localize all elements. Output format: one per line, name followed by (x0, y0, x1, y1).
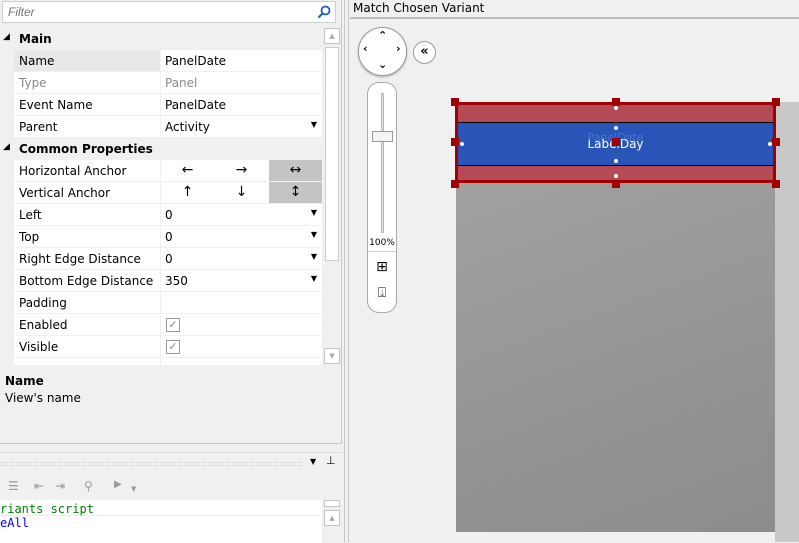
run-icon[interactable]: ▶ (114, 479, 122, 490)
resize-handle[interactable] (451, 180, 459, 188)
anchor-both-horizontal-button[interactable]: ↔ (269, 160, 322, 181)
property-enabled[interactable]: Enabled ✓ (0, 314, 322, 336)
property-visible[interactable]: Visible ✓ (0, 336, 322, 358)
resize-handle[interactable] (772, 180, 780, 188)
filter-input[interactable] (2, 1, 336, 23)
property-left[interactable]: Left 0 ▼ (0, 204, 322, 226)
panel-grip[interactable] (0, 461, 302, 468)
zoom-control: 100% ⊞ ⍗ (367, 82, 397, 313)
run-dropdown-icon[interactable]: ▼ (131, 485, 136, 493)
category-main[interactable]: ◢ Main (0, 28, 322, 50)
anchor-dot (768, 142, 772, 146)
comment-icon[interactable]: ☰ (8, 479, 19, 493)
category-common-properties[interactable]: ◢ Common Properties (0, 138, 322, 160)
code-scrollbar[interactable]: ▲ (324, 500, 340, 543)
property-top[interactable]: Top 0 ▼ (0, 226, 322, 248)
anchor-dot (460, 142, 464, 146)
anchor-dot (614, 174, 618, 178)
resize-handle[interactable] (451, 138, 459, 146)
description-title: Name (5, 374, 44, 388)
anchor-bottom-button[interactable]: ↓ (215, 182, 268, 203)
code-editor[interactable]: riants script eAll (0, 500, 322, 543)
resize-handle[interactable] (612, 138, 620, 146)
zoom-separator (368, 251, 396, 252)
resize-handle[interactable] (451, 98, 459, 106)
find-icon[interactable]: ⚲ (84, 479, 93, 493)
resize-handle[interactable] (772, 138, 780, 146)
panel-menu-icon[interactable]: ▼ (310, 457, 316, 466)
bottom-edge-value: 350 (165, 274, 188, 288)
property-vertical-anchor[interactable]: Vertical Anchor ↑ ↓ ↕ (0, 182, 322, 204)
anchor-both-vertical-button[interactable]: ↕ (269, 182, 322, 203)
anchor-dot (614, 106, 618, 110)
fit-to-screen-icon[interactable]: ⊞ (374, 259, 390, 275)
property-padding[interactable]: Padding (0, 292, 322, 314)
code-line-keyword: eAll (0, 516, 29, 530)
code-panel: ▼ ⊥ ☰ ⇤ ⇥ ⚲ ▶ ▼ riants script eAll ▲ (0, 452, 342, 543)
resize-handle[interactable] (772, 98, 780, 106)
property-horizontal-anchor[interactable]: Horizontal Anchor ← → ↔ (0, 160, 322, 182)
pan-up-icon[interactable]: ⌃ (378, 29, 387, 42)
parent-value: Activity (165, 120, 210, 134)
right-edge-value: 0 (165, 252, 173, 266)
collapse-toolbox-button[interactable]: « (413, 41, 436, 64)
anchor-top-button[interactable]: ↑ (161, 182, 214, 203)
pan-right-icon[interactable]: › (396, 42, 401, 55)
property-type: Type Panel (0, 72, 322, 94)
resize-handle[interactable] (612, 98, 620, 106)
search-icon[interactable] (316, 4, 332, 20)
zoom-slider-thumb[interactable] (372, 131, 393, 142)
dropdown-arrow-icon[interactable]: ▼ (311, 230, 317, 239)
anchor-right-button[interactable]: → (215, 160, 268, 181)
export-icon[interactable]: ⍗ (374, 285, 390, 301)
scroll-up-button[interactable]: ▲ (324, 28, 340, 44)
zoom-level: 100% (369, 238, 395, 248)
scroll-down-button[interactable]: ▼ (324, 348, 340, 364)
resize-handle[interactable] (612, 180, 620, 188)
property-grid: ◢ Main Name PanelDate Type Panel Event Name… (0, 28, 322, 365)
properties-panel: ◢Main NamePanelDate TypePanel Event Name… (0, 0, 342, 444)
pan-down-icon[interactable]: ⌄ (378, 58, 387, 71)
pin-icon[interactable]: ⊥ (326, 454, 336, 467)
collapse-icon[interactable]: ◢ (3, 142, 10, 152)
enabled-checkbox[interactable]: ✓ (166, 318, 180, 332)
code-scroll-up-button[interactable]: ▲ (324, 510, 340, 526)
anchor-dot (614, 159, 618, 163)
left-value: 0 (165, 208, 173, 222)
splitter[interactable] (344, 0, 349, 542)
anchor-dot (614, 126, 618, 130)
top-value: 0 (165, 230, 173, 244)
visible-checkbox[interactable]: ✓ (166, 340, 180, 354)
property-scrollbar[interactable]: ▲ ▼ (324, 28, 340, 365)
zoom-slider-track[interactable] (381, 93, 384, 233)
outdent-icon[interactable]: ⇤ (34, 479, 44, 493)
title-divider (350, 17, 799, 19)
description-text: View's name (5, 391, 81, 405)
dropdown-arrow-icon[interactable]: ▼ (311, 274, 317, 283)
property-right-edge-distance[interactable]: Right Edge Distance 0 ▼ (0, 248, 322, 270)
property-name[interactable]: Name PanelDate (0, 50, 322, 72)
pan-control[interactable]: ⌃ ‹ › ⌄ (358, 27, 407, 76)
pan-left-icon[interactable]: ‹ (363, 42, 368, 55)
code-line-comment: riants script (0, 500, 322, 516)
designer-title: Match Chosen Variant (353, 1, 485, 15)
dropdown-arrow-icon[interactable]: ▼ (311, 120, 317, 129)
code-scroll-thumb[interactable] (324, 500, 340, 507)
indent-icon[interactable]: ⇥ (55, 479, 65, 493)
dropdown-arrow-icon[interactable]: ▼ (311, 252, 317, 261)
dropdown-arrow-icon[interactable]: ▼ (311, 208, 317, 217)
property-event-name[interactable]: Event Name PanelDate (0, 94, 322, 116)
anchor-left-button[interactable]: ← (161, 160, 214, 181)
collapse-icon[interactable]: ◢ (3, 32, 10, 42)
property-partial-row (0, 358, 322, 365)
canvas-background (775, 102, 799, 542)
property-parent[interactable]: Parent Activity ▼ (0, 116, 322, 138)
property-bottom-edge-distance[interactable]: Bottom Edge Distance 350 ▼ (0, 270, 322, 292)
scroll-thumb[interactable] (325, 47, 339, 261)
